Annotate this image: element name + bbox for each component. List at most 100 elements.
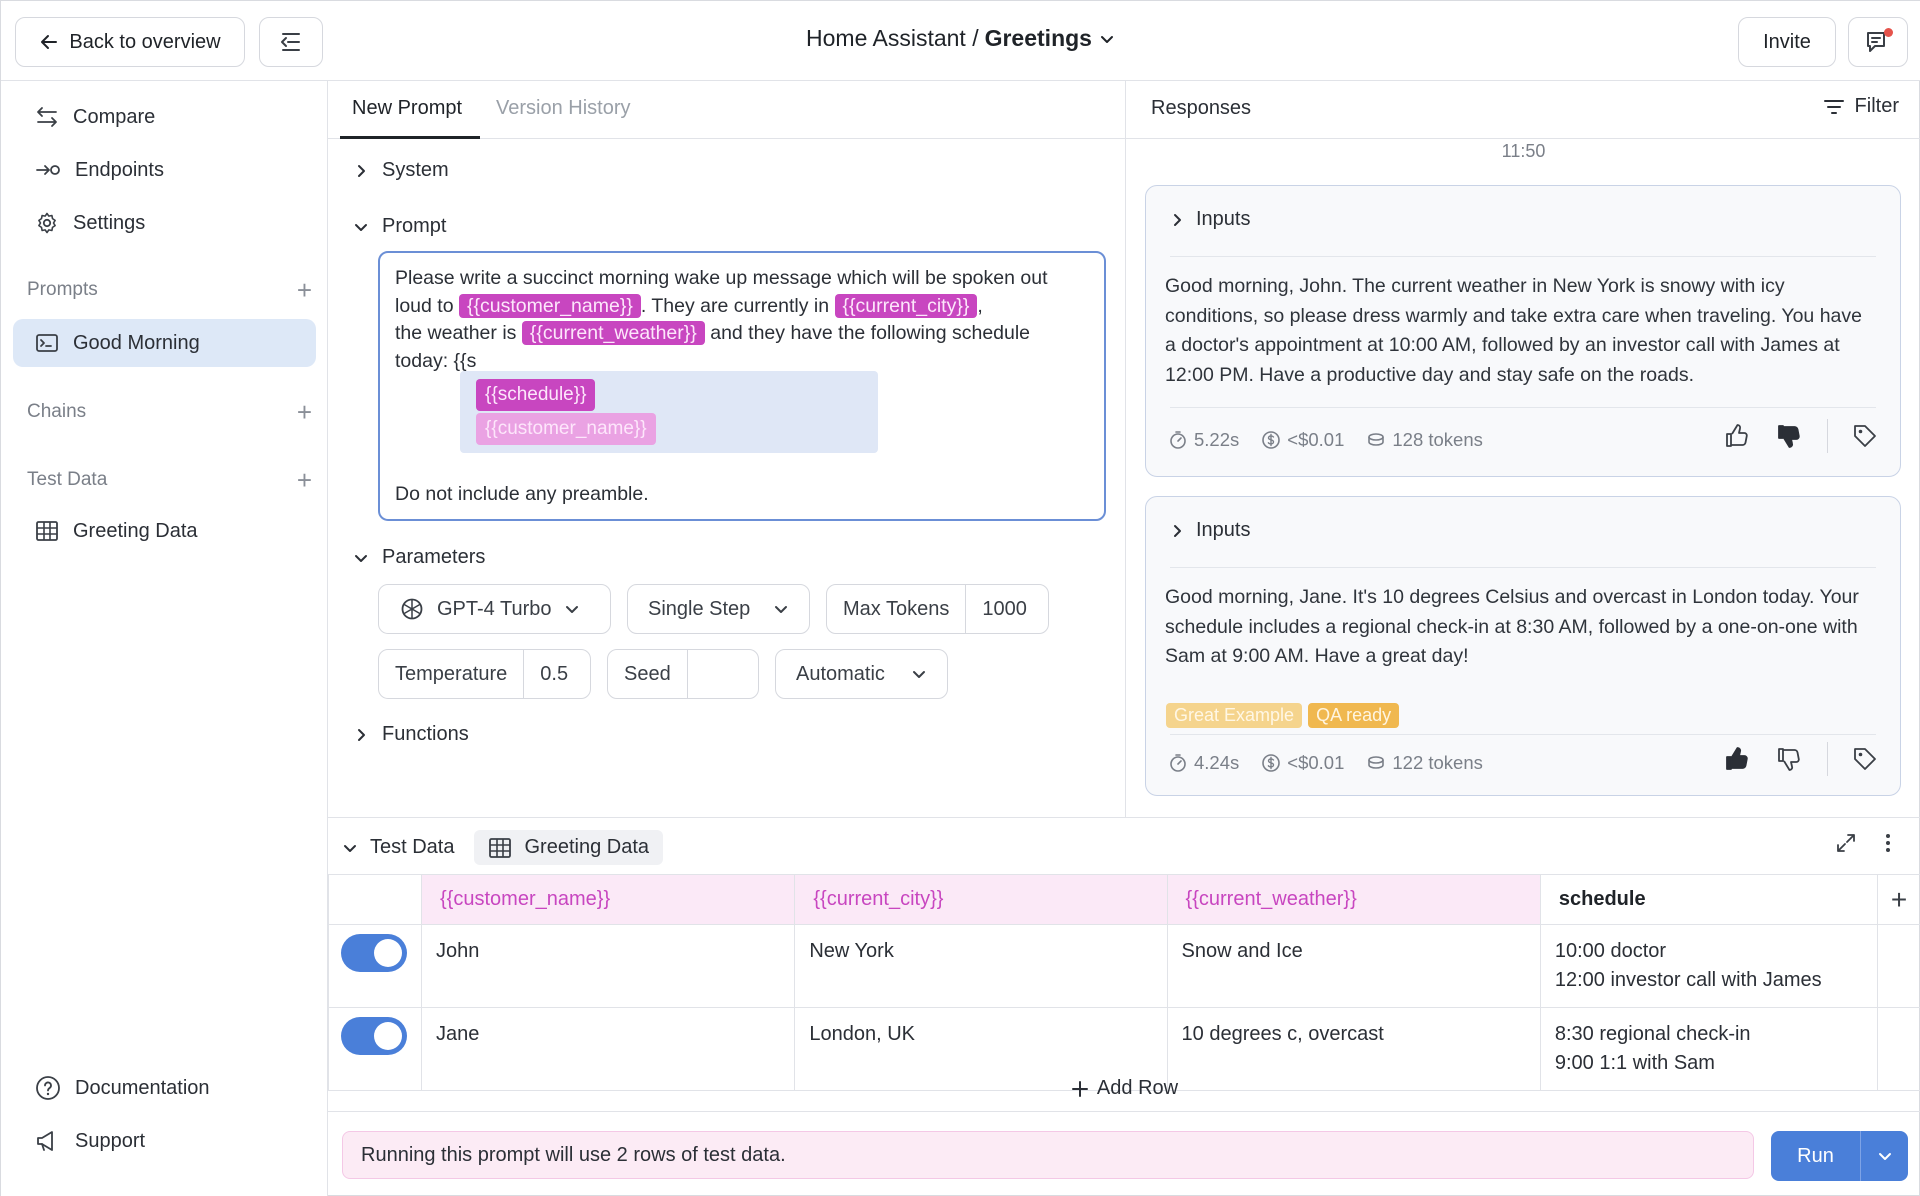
- filter-button[interactable]: Filter: [1823, 95, 1899, 118]
- prompt-textarea[interactable]: Please write a succinct morning wake up …: [378, 251, 1106, 521]
- table-cell[interactable]: John: [420, 924, 796, 1008]
- sidebar-item-support[interactable]: Support: [13, 1117, 316, 1165]
- chevron-right-icon: [1170, 213, 1184, 227]
- sidebar-item-greeting-data[interactable]: Greeting Data: [13, 507, 316, 555]
- sidebar-item-compare[interactable]: Compare: [13, 93, 316, 141]
- inputs-toggle[interactable]: Inputs: [1170, 208, 1250, 231]
- prompt-section-toggle[interactable]: Prompt: [354, 215, 446, 238]
- duration-value: 4.24s: [1194, 752, 1240, 773]
- responses-header: Responses Filter: [1126, 81, 1920, 139]
- temperature-input[interactable]: 0.5: [523, 650, 584, 698]
- run-options-button[interactable]: [1860, 1131, 1908, 1181]
- add-test-data-icon[interactable]: +: [297, 467, 312, 493]
- parameters-section-toggle[interactable]: Parameters: [354, 546, 485, 569]
- sidebar-item-good-morning[interactable]: Good Morning: [13, 319, 316, 367]
- table-row: John New York Snow and Ice 10:00 doctor …: [328, 924, 1920, 1008]
- response-tags: Great Example QA ready: [1166, 703, 1405, 728]
- response-format-value: Automatic: [796, 662, 885, 685]
- seed-input[interactable]: [686, 650, 755, 698]
- variable-chip[interactable]: {{current_city}}: [834, 293, 978, 318]
- sidebar-item-endpoints[interactable]: Endpoints: [13, 146, 316, 194]
- thumbs-down-outline-icon[interactable]: [1775, 745, 1803, 773]
- tag-icon[interactable]: [1852, 746, 1878, 772]
- thumbs-up-outline-icon[interactable]: [1723, 422, 1751, 450]
- tokens-value: 122 tokens: [1392, 752, 1483, 773]
- autocomplete-option-schedule[interactable]: {{schedule}}: [476, 379, 596, 411]
- max-tokens-input[interactable]: 1000: [965, 585, 1043, 633]
- feedback-button[interactable]: [1848, 17, 1908, 67]
- thumbs-down-filled-icon[interactable]: [1775, 422, 1803, 450]
- table-cell[interactable]: 10:00 doctor 12:00 investor call with Ja…: [1539, 924, 1879, 1008]
- thumbs-up-filled-icon[interactable]: [1723, 745, 1751, 773]
- divider: [1827, 742, 1828, 776]
- test-data-table: {{customer_name}} {{current_city}} {{cur…: [328, 874, 1920, 1091]
- tag-icon[interactable]: [1852, 423, 1878, 449]
- table-cell[interactable]: New York: [794, 924, 1168, 1008]
- row-enabled-toggle[interactable]: [341, 934, 407, 972]
- model-select[interactable]: GPT-4 Turbo: [378, 584, 611, 634]
- breadcrumb-current[interactable]: Greetings: [985, 25, 1092, 52]
- chevron-right-icon: [354, 728, 370, 742]
- column-header[interactable]: {{current_weather}}: [1166, 874, 1541, 925]
- cost-metric: <$0.01: [1261, 752, 1344, 774]
- add-column-button[interactable]: +: [1877, 874, 1920, 925]
- chevron-down-icon: [1877, 1148, 1893, 1164]
- response-text: Good morning, Jane. It's 10 degrees Cels…: [1165, 586, 1859, 667]
- chevron-down-icon[interactable]: [1098, 30, 1116, 48]
- seed-field[interactable]: Seed: [607, 649, 759, 699]
- add-chain-icon[interactable]: +: [297, 399, 312, 425]
- variable-chip[interactable]: {{current_weather}}: [521, 321, 705, 345]
- app-window: Back to overview Home Assistant / Greeti…: [0, 0, 1920, 1196]
- tab-new-prompt[interactable]: New Prompt: [352, 97, 462, 120]
- section-label: Functions: [382, 723, 469, 745]
- more-vertical-icon[interactable]: [1885, 832, 1891, 854]
- prompt-editor-panel: New Prompt Version History System Prompt…: [328, 81, 1126, 817]
- endpoint-icon: [35, 159, 61, 181]
- system-section-toggle[interactable]: System: [354, 159, 449, 182]
- mode-select[interactable]: Single Step: [627, 584, 810, 634]
- question-circle-icon: [35, 1075, 61, 1101]
- dataset-name: Greeting Data: [524, 836, 649, 858]
- sidebar-item-label: Documentation: [75, 1076, 210, 1099]
- response-format-select[interactable]: Automatic: [775, 649, 948, 699]
- invite-button[interactable]: Invite: [1738, 17, 1836, 67]
- tag-great-example[interactable]: Great Example: [1166, 703, 1303, 728]
- responses-panel: Responses Filter 11:50 Inputs Good morni…: [1126, 81, 1920, 817]
- add-row-label: Add Row: [1096, 1077, 1179, 1099]
- tag-qa-ready[interactable]: QA ready: [1308, 703, 1400, 728]
- column-header[interactable]: schedule: [1539, 874, 1879, 925]
- variable-autocomplete-menu: {{schedule}} {{customer_name}}: [460, 371, 878, 453]
- run-button[interactable]: Run: [1771, 1145, 1860, 1168]
- test-data-label: Test Data: [370, 836, 455, 858]
- add-prompt-icon[interactable]: +: [297, 277, 312, 303]
- chevron-down-icon[interactable]: [342, 840, 358, 856]
- tab-version-history[interactable]: Version History: [496, 97, 631, 120]
- divider: [1170, 407, 1876, 408]
- dataset-chip[interactable]: Greeting Data: [474, 830, 663, 865]
- expand-icon[interactable]: [1835, 832, 1857, 854]
- plus-icon: [1071, 1080, 1089, 1098]
- mode-value: Single Step: [648, 597, 751, 620]
- autocomplete-option-customer-name[interactable]: {{customer_name}}: [476, 413, 656, 445]
- sidebar-item-documentation[interactable]: Documentation: [13, 1064, 316, 1112]
- column-header[interactable]: {{customer_name}}: [420, 874, 796, 925]
- add-row-button[interactable]: Add Row: [328, 1066, 1920, 1112]
- breadcrumb-project[interactable]: Home Assistant /: [806, 25, 979, 52]
- section-label: Test Data: [27, 469, 108, 490]
- coins-icon: [1366, 754, 1386, 772]
- functions-section-toggle[interactable]: Functions: [354, 723, 469, 746]
- gear-icon: [35, 211, 59, 235]
- breadcrumb[interactable]: Home Assistant / Greetings: [1, 25, 1920, 52]
- temperature-field[interactable]: Temperature 0.5: [378, 649, 591, 699]
- row-enabled-toggle[interactable]: [341, 1017, 407, 1055]
- variable-chip[interactable]: {{customer_name}}: [458, 293, 641, 318]
- run-button-group: Run: [1771, 1131, 1908, 1181]
- sidebar-item-settings[interactable]: Settings: [13, 199, 316, 247]
- responses-title: Responses: [1151, 97, 1252, 119]
- chevron-right-icon: [1170, 524, 1184, 538]
- inputs-toggle[interactable]: Inputs: [1170, 519, 1250, 542]
- table-cell[interactable]: Snow and Ice: [1166, 924, 1541, 1008]
- max-tokens-field[interactable]: Max Tokens 1000: [826, 584, 1049, 634]
- column-header[interactable]: {{current_city}}: [794, 874, 1168, 925]
- test-data-panel: Test Data Greeting Data {{customer_name}…: [328, 817, 1920, 1196]
